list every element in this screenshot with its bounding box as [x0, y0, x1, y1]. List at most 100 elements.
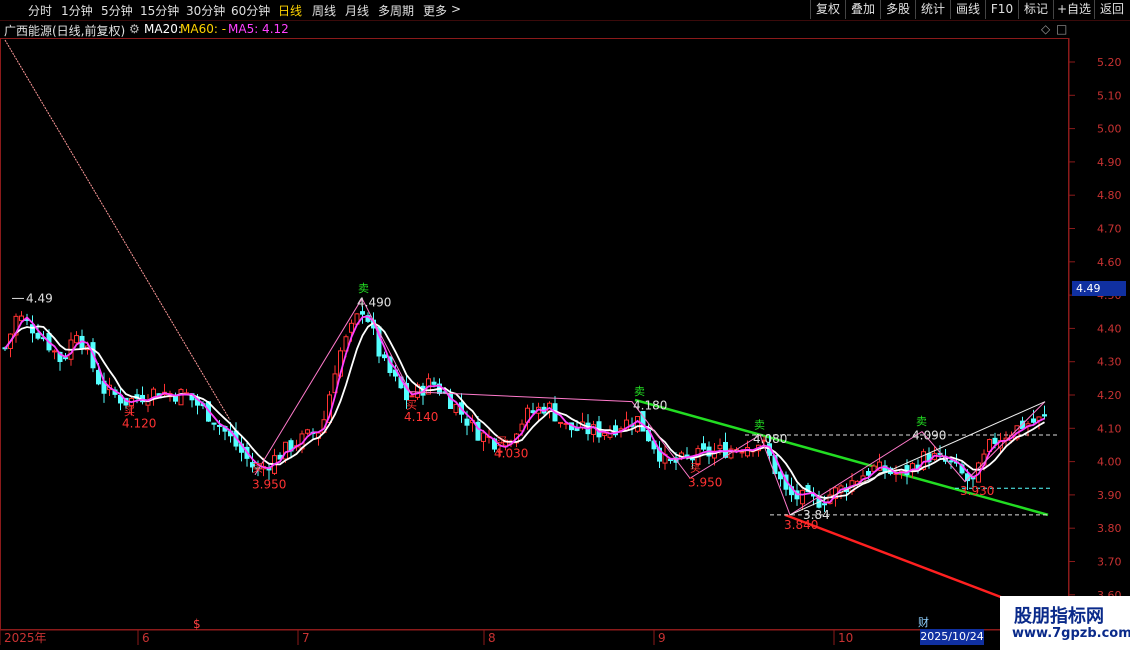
button-add-watchlist[interactable]: +自选	[1053, 0, 1094, 19]
candle-down	[360, 311, 365, 315]
ma60-label: MA60: -	[180, 22, 227, 36]
candle-up	[453, 403, 459, 413]
time-label: 2025年	[4, 631, 47, 645]
period-tab-15min[interactable]: 15分钟	[140, 2, 179, 19]
indicator-info-bar: 广西能源(日线,前复权) ⚙ MA20: MA60: - MA5: 4.12 ◇…	[0, 20, 1070, 38]
sell-marker: 卖	[634, 385, 645, 398]
period-tab-1min[interactable]: 1分钟	[61, 2, 93, 19]
stock-title: 广西能源(日线,前复权)	[4, 24, 126, 38]
candle-up	[52, 350, 57, 353]
candle-down	[866, 471, 871, 476]
candle-down	[992, 437, 998, 444]
sell-marker: 卖	[916, 415, 927, 428]
candle-up	[739, 451, 745, 454]
period-tab-5min[interactable]: 5分钟	[101, 2, 133, 19]
candle-down	[35, 332, 41, 339]
descending-dotted-line	[4, 39, 231, 421]
diamond-icon[interactable]: ◇	[1041, 22, 1050, 36]
candle-down	[701, 443, 706, 450]
square-icon[interactable]: □	[1056, 22, 1067, 36]
period-tab-more[interactable]: 更多	[423, 2, 447, 19]
period-tab-weekly[interactable]: 周线	[312, 2, 336, 19]
period-tab-monthly[interactable]: 月线	[345, 2, 369, 19]
label-low2: 3.950	[252, 477, 286, 491]
time-label: 10	[838, 631, 853, 645]
label-low5: 3.950	[688, 475, 722, 489]
label-low4: 4.030	[494, 447, 528, 461]
candle-down	[431, 381, 437, 385]
button-restore-rights[interactable]: 复权	[810, 0, 845, 19]
period-tab-multi[interactable]: 多周期	[378, 2, 414, 19]
candle-up	[558, 421, 563, 424]
settings-toggle-icon[interactable]: ⚙	[129, 22, 140, 36]
current-price-badge: 4.49	[1072, 281, 1126, 296]
trend-lines	[4, 39, 1060, 610]
red-support-line	[784, 513, 1031, 610]
candle-up	[635, 416, 640, 432]
period-tab-daily[interactable]: 日线	[278, 2, 302, 19]
price-tick-label: 3.70	[1097, 556, 1122, 569]
button-back[interactable]: 返回	[1094, 0, 1129, 19]
candle-down	[690, 458, 695, 461]
candle-up	[74, 335, 79, 344]
period-tab-timeshare[interactable]: 分时	[28, 2, 52, 19]
price-tick-label: 4.10	[1097, 422, 1122, 435]
price-tick-label: 4.00	[1097, 456, 1122, 469]
candle-up	[305, 429, 310, 434]
candle-down	[1031, 418, 1036, 423]
more-arrow-icon[interactable]: >	[451, 2, 461, 16]
time-label: 7	[302, 631, 310, 645]
candlesticks	[2, 305, 1047, 512]
candle-up	[409, 395, 415, 398]
button-draw-line[interactable]: 画线	[950, 0, 985, 19]
kline-chart[interactable]: 5.205.105.004.904.804.704.604.504.404.30…	[0, 38, 1130, 650]
price-tick-label: 5.20	[1097, 56, 1122, 69]
sell-marker: 卖	[358, 282, 369, 295]
marker-cai: 财	[918, 616, 929, 629]
candle-down	[211, 422, 217, 425]
price-tick-label: 5.10	[1097, 89, 1122, 102]
price-tick-label: 5.00	[1097, 123, 1122, 136]
period-tab-30min[interactable]: 30分钟	[186, 2, 225, 19]
candle-up	[481, 432, 486, 442]
marker-s: $	[193, 617, 201, 631]
price-tick-label: 4.80	[1097, 189, 1122, 202]
price-tick-label: 4.70	[1097, 223, 1122, 236]
candle-up	[602, 432, 607, 437]
label-low1: 4.120	[122, 417, 156, 431]
candle-up	[349, 322, 354, 333]
watermark-title: 股朋指标网	[1014, 606, 1104, 627]
label-low3: 4.140	[404, 410, 438, 424]
cursor-date-badge: 2025/10/24	[920, 629, 984, 645]
time-label: 6	[142, 631, 150, 645]
sell-marker: 卖	[754, 418, 765, 431]
candle-up	[283, 441, 288, 460]
label-high1: 4.49	[26, 291, 53, 305]
price-tick-label: 3.80	[1097, 522, 1122, 535]
candle-down	[530, 410, 536, 414]
price-tick-label: 4.90	[1097, 156, 1122, 169]
button-multi-stock[interactable]: 多股	[880, 0, 915, 19]
candle-down	[464, 418, 470, 426]
ma20-label: MA20:	[144, 22, 182, 36]
button-f10[interactable]: F10	[985, 0, 1018, 19]
label-low7: 3.930	[960, 484, 994, 498]
price-tick-label: 4.60	[1097, 256, 1122, 269]
candle-up	[745, 447, 750, 457]
buy-marker: 买	[124, 405, 135, 418]
candle-down	[948, 460, 954, 463]
label-high5: 4.090	[912, 429, 946, 443]
candle-down	[822, 503, 827, 506]
period-tab-60min[interactable]: 60分钟	[231, 2, 270, 19]
button-mark[interactable]: 标记	[1018, 0, 1053, 19]
candle-down	[1042, 414, 1047, 417]
label-high2: 4.490	[357, 295, 391, 309]
button-overlay[interactable]: 叠加	[845, 0, 880, 19]
time-axis: 2025年 6 7 8 9 10 $	[0, 617, 853, 645]
label-low6b: 3.84	[803, 508, 830, 522]
ma20-line	[4, 321, 1045, 499]
label-high4: 4.080	[753, 432, 787, 446]
price-tick-label: 3.90	[1097, 489, 1122, 502]
button-statistics[interactable]: 统计	[915, 0, 950, 19]
candle-up	[800, 489, 805, 505]
